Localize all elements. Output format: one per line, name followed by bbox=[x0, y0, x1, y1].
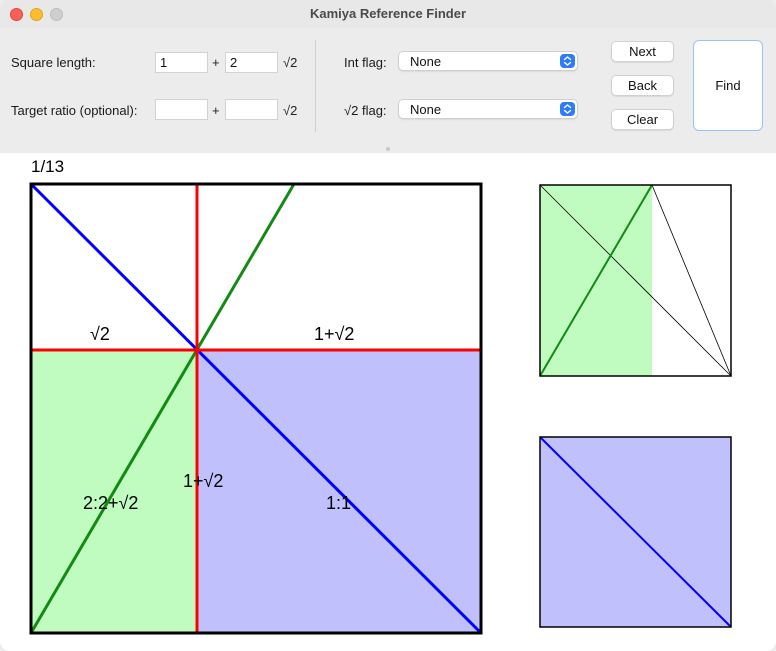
label-green-ratio: 2:2+√2 bbox=[83, 493, 138, 513]
diagram-svg: √2 1+√2 1+√2 2:2+√2 1:1 bbox=[29, 182, 732, 635]
label-blue-ratio: 1:1 bbox=[326, 493, 351, 513]
thumb1-slant-line bbox=[651, 184, 732, 377]
app-window: Kamiya Reference Finder Square length: +… bbox=[0, 0, 776, 651]
label-top-right: 1+√2 bbox=[314, 324, 354, 344]
label-top-left: √2 bbox=[90, 324, 110, 344]
label-vertical: 1+√2 bbox=[183, 471, 223, 491]
